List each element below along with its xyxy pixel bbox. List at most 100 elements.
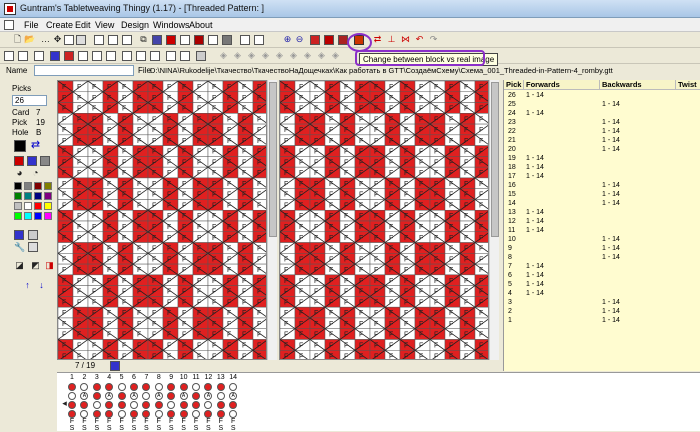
table-row[interactable]: 10 1 - 14 — [504, 236, 700, 245]
tool-red-icon[interactable] — [14, 156, 24, 166]
menu-create[interactable]: Create — [46, 20, 73, 30]
table-row[interactable]: 17 1 - 14 — [504, 173, 700, 182]
palette-edit-icon[interactable]: ◔ — [30, 168, 41, 179]
card-hole[interactable] — [68, 410, 76, 418]
arrow-right-icon[interactable]: ◈ — [232, 50, 243, 61]
undo-icon[interactable]: ↶ — [414, 34, 425, 45]
holes-icon[interactable] — [254, 35, 264, 45]
table-row[interactable]: 20 1 - 14 — [504, 146, 700, 155]
weave-tool-icon[interactable] — [14, 230, 24, 240]
left-grid-scrollbar[interactable] — [267, 80, 277, 360]
table-row[interactable]: 14 1 - 14 — [504, 200, 700, 209]
table-row[interactable]: 6 1 - 14 — [504, 272, 700, 281]
card-hole[interactable] — [167, 401, 176, 409]
letter-s-icon[interactable] — [136, 51, 146, 61]
right-grid-scrollbar[interactable] — [489, 80, 499, 360]
card-hole[interactable] — [179, 401, 188, 409]
card-hole[interactable] — [192, 401, 200, 409]
card-hole[interactable] — [179, 410, 188, 418]
card-direction[interactable]: F — [104, 418, 114, 425]
red-tool-icon[interactable]: ◨ — [44, 260, 55, 271]
table-row[interactable]: 16 1 - 14 — [504, 182, 700, 191]
card-direction[interactable]: F — [191, 418, 201, 425]
card-hole[interactable] — [204, 401, 213, 409]
card-hole[interactable] — [142, 410, 151, 418]
card-hole[interactable]: A — [154, 392, 163, 400]
palette-swatch[interactable] — [24, 192, 32, 200]
card-hole[interactable] — [229, 401, 238, 409]
card-direction[interactable]: F — [67, 418, 77, 425]
card-hole[interactable] — [117, 392, 126, 400]
card-hole[interactable] — [105, 410, 114, 418]
grid-tool-icon[interactable] — [28, 230, 38, 240]
card-hole[interactable] — [92, 410, 101, 418]
backslash-icon[interactable] — [92, 51, 102, 61]
wheel-icon[interactable] — [64, 51, 74, 61]
card-hole[interactable] — [204, 410, 213, 418]
card-hole[interactable]: A — [130, 392, 138, 400]
table-row[interactable]: 21 1 - 14 — [504, 137, 700, 146]
card-hole[interactable] — [229, 383, 238, 391]
card-hole[interactable]: A — [80, 392, 89, 400]
open-icon[interactable]: 📂 — [24, 34, 35, 45]
table-row[interactable]: 25 1 - 14 — [504, 101, 700, 110]
card-hole[interactable] — [229, 410, 238, 418]
pattern-grid-left-svg[interactable]: F F F F F F F F F F F F F FF F F F F F F F F F F F F FF F F F F F F F F F F F… — [58, 81, 267, 360]
slash-icon[interactable] — [78, 51, 88, 61]
card-hole[interactable]: A — [204, 392, 213, 400]
card-hole[interactable] — [167, 392, 176, 400]
threading-icon[interactable] — [152, 35, 162, 45]
card-hole[interactable]: A — [229, 392, 238, 400]
palette-swatch[interactable] — [44, 182, 52, 190]
palette-swatch[interactable] — [14, 192, 22, 200]
dots-icon[interactable]: … — [40, 34, 51, 45]
card-hole[interactable] — [80, 383, 89, 391]
card-direction[interactable]: F — [129, 418, 139, 425]
pattern-grid-right[interactable]: F F F F F F F F F F F F F F F F F F F F F F F F F F F F F F F F F F F F F F F F… — [279, 80, 489, 360]
table-row[interactable]: 13 1 - 14 — [504, 209, 700, 218]
card-direction[interactable]: F — [203, 418, 213, 425]
table-icon[interactable] — [94, 35, 104, 45]
shade-icon[interactable] — [196, 51, 206, 61]
name-input[interactable] — [34, 65, 134, 76]
mesh-tool-icon[interactable] — [28, 242, 38, 252]
table-row[interactable]: 5 1 - 14 — [504, 281, 700, 290]
reverse-icon[interactable]: ◈ — [330, 50, 341, 61]
palette-icon[interactable]: ◕ — [14, 168, 25, 179]
card-direction[interactable]: F — [179, 418, 189, 425]
mirror-icon[interactable]: ⋈ — [400, 34, 411, 45]
zoom-in-icon[interactable]: ⊕ — [282, 34, 293, 45]
arrow-down-icon[interactable]: ◈ — [260, 50, 271, 61]
table-row[interactable]: 4 1 - 14 — [504, 290, 700, 299]
pattern2-icon[interactable] — [122, 35, 132, 45]
zoom-out-icon[interactable]: ⊖ — [294, 34, 305, 45]
copy-icon[interactable]: ⧉ — [138, 34, 149, 45]
table-row[interactable]: 1 1 - 14 — [504, 317, 700, 326]
table-view-icon[interactable] — [34, 51, 44, 61]
card-hole[interactable] — [192, 410, 200, 418]
card-hole[interactable]: A — [105, 392, 114, 400]
flip-icon[interactable]: ◈ — [288, 50, 299, 61]
palette-swatch[interactable] — [24, 182, 32, 190]
menu-windows[interactable]: Windows — [153, 20, 190, 30]
palette-swatch[interactable] — [24, 212, 32, 220]
card-direction[interactable]: F — [216, 418, 226, 425]
card-direction[interactable]: F — [117, 418, 127, 425]
card-hole[interactable] — [192, 392, 200, 400]
pattern-grid-right-svg[interactable]: F F F F F F F F F F F F F F F F F F F F F F F F F F F F F F F F F F F F F F F F… — [280, 81, 489, 360]
palette-swatch[interactable] — [44, 202, 52, 210]
book-icon[interactable] — [324, 35, 334, 45]
rotate-icon[interactable]: ◈ — [274, 50, 285, 61]
card-hole[interactable] — [105, 401, 114, 409]
tool-gray-icon[interactable] — [40, 156, 50, 166]
table-row[interactable]: 15 1 - 14 — [504, 191, 700, 200]
move-icon[interactable]: ✥ — [52, 34, 63, 45]
table-row[interactable]: 11 1 - 14 — [504, 227, 700, 236]
table-row[interactable]: 18 1 - 14 — [504, 164, 700, 173]
arrow-up-icon[interactable]: ◈ — [246, 50, 257, 61]
redo-icon[interactable]: ↷ — [428, 34, 439, 45]
eyedropper-icon[interactable]: ◩ — [30, 260, 41, 271]
letter-z-icon[interactable] — [150, 51, 160, 61]
arrow-down-icon[interactable]: ↓ — [36, 280, 47, 291]
card-hole[interactable] — [192, 383, 200, 391]
